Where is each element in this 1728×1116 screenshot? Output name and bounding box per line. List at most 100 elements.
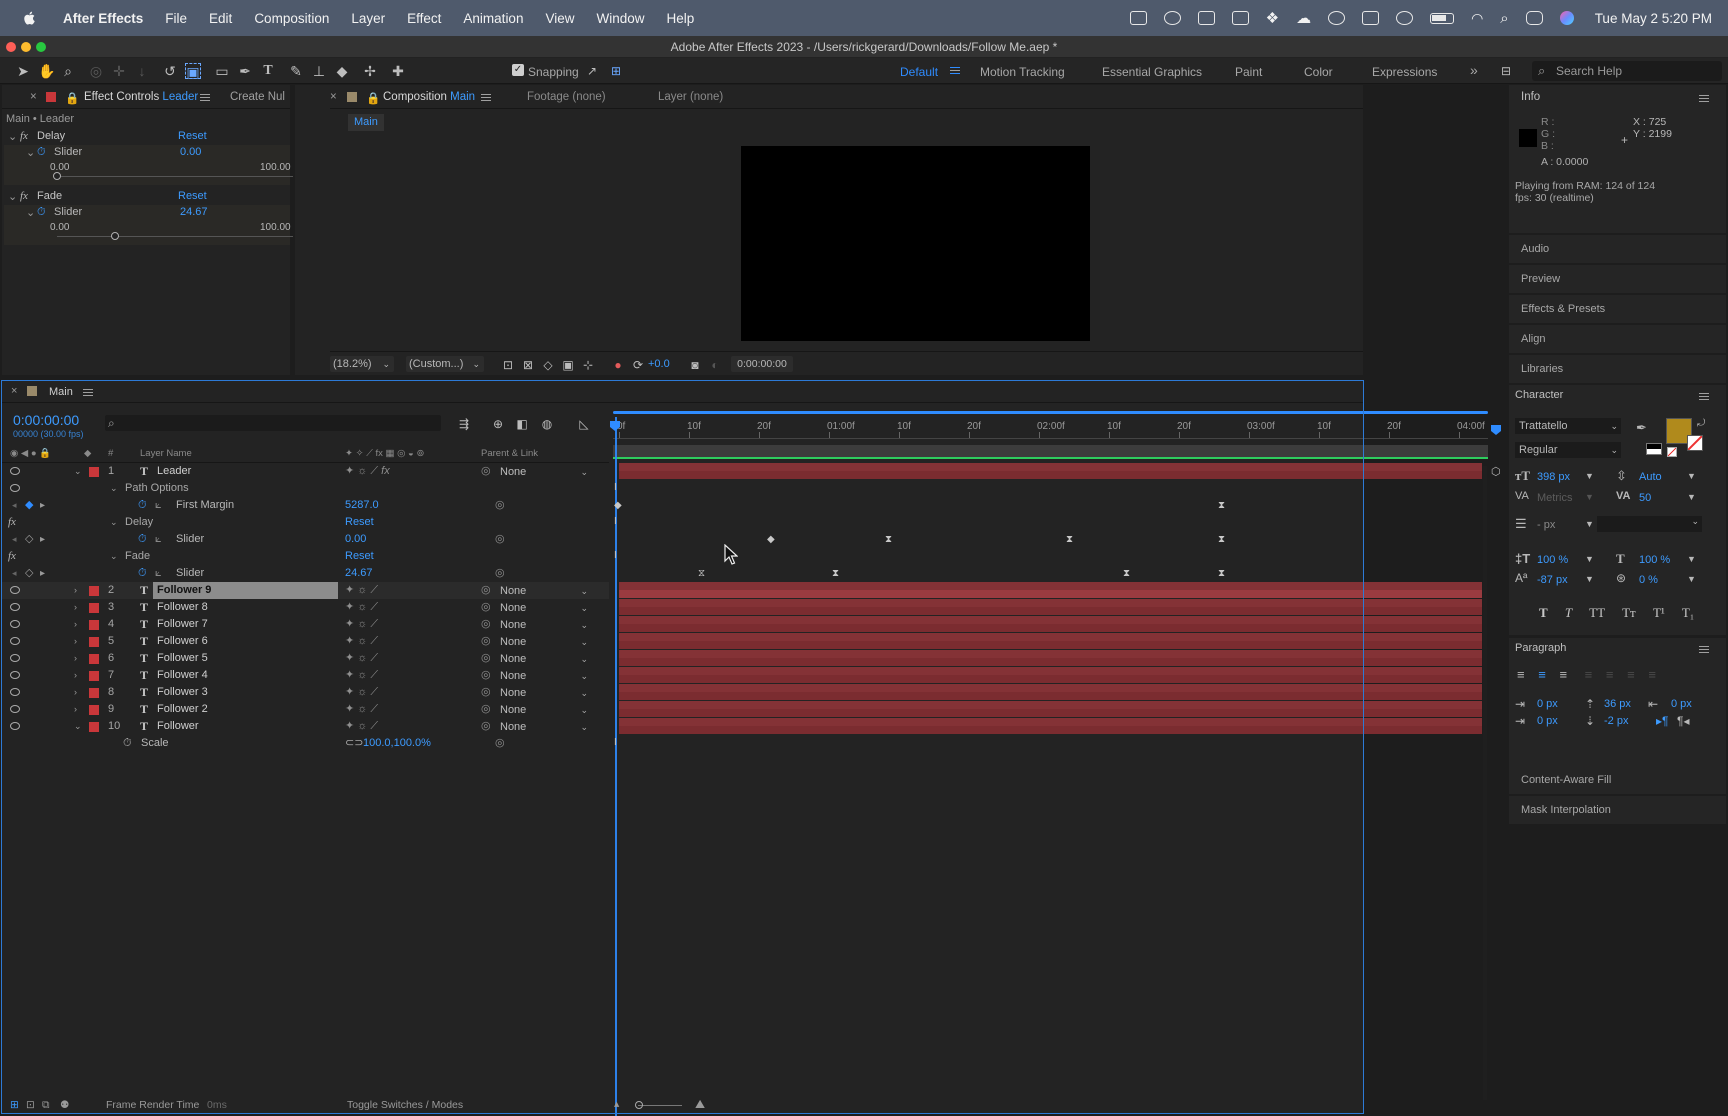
tab-main[interactable]: Main: [49, 386, 73, 398]
rotation-tool-icon[interactable]: ↺: [162, 63, 178, 79]
content-aware-fill-panel[interactable]: Content-Aware Fill: [1509, 766, 1726, 794]
in-out-toggle-icon[interactable]: ⧉: [42, 1099, 50, 1112]
shy-layers-icon[interactable]: ◧: [514, 416, 530, 432]
prev-keyframe-icon[interactable]: ◂: [12, 497, 17, 514]
panel-menu-icon[interactable]: [83, 389, 93, 396]
tab-footage[interactable]: Footage (none): [527, 91, 606, 103]
pick-whip-icon[interactable]: ◎: [495, 497, 505, 514]
chevron-right-icon[interactable]: ›: [74, 650, 77, 667]
layer-duration-bar-3[interactable]: [619, 599, 1482, 615]
status-icon-cloud[interactable]: ☁: [1296, 9, 1311, 27]
menu-animation[interactable]: Animation: [463, 11, 523, 26]
chevron-down-icon[interactable]: ⌄: [26, 146, 35, 159]
rtl-direction-button[interactable]: ¶◂: [1677, 714, 1689, 728]
align-panel[interactable]: Align: [1509, 325, 1726, 353]
chevron-down-icon[interactable]: ⌄: [74, 718, 82, 735]
justify-last-left-button[interactable]: ≡: [1585, 667, 1593, 682]
eye-icon[interactable]: [10, 586, 20, 594]
fx-icon[interactable]: fx: [8, 548, 16, 565]
parent-dropdown[interactable]: None ⌄: [500, 635, 588, 649]
workspace-expressions[interactable]: Expressions: [1372, 65, 1437, 79]
layer-duration-bar-5[interactable]: [619, 633, 1482, 649]
dropdown-caret-icon[interactable]: ▼: [1585, 492, 1594, 502]
vertical-scale-value[interactable]: 100 %: [1537, 554, 1568, 566]
pick-whip-icon[interactable]: ◎: [495, 735, 505, 752]
keyframe-marker[interactable]: I: [614, 551, 617, 561]
fx-icon[interactable]: fx: [20, 130, 28, 142]
chevron-down-icon[interactable]: ⌄: [26, 206, 35, 219]
preview-panel[interactable]: Preview: [1509, 265, 1726, 293]
exposure-value[interactable]: +0.0: [648, 358, 670, 370]
leading-value[interactable]: Auto: [1639, 471, 1662, 483]
dolly-tool-icon[interactable]: ↓: [134, 63, 150, 79]
stroke-width-value[interactable]: - px: [1537, 519, 1555, 531]
graph-icon[interactable]: ⟀: [155, 497, 162, 514]
zoom-tool-icon[interactable]: ⌕: [60, 63, 76, 79]
layer-duration-bar-7[interactable]: [619, 667, 1482, 683]
header-layer-name[interactable]: Layer Name: [140, 448, 192, 459]
search-help-field[interactable]: ⌕ Search Help: [1532, 61, 1722, 81]
keyframe-toggle-icon[interactable]: ◆: [25, 497, 33, 514]
label-color-swatch[interactable]: [89, 603, 99, 613]
dropdown-caret-icon[interactable]: ▼: [1585, 471, 1594, 481]
chevron-right-icon[interactable]: ›: [74, 633, 77, 650]
layer-duration-bar-1[interactable]: [619, 463, 1482, 479]
chevron-down-icon[interactable]: ⌄: [8, 190, 17, 203]
menu-edit[interactable]: Edit: [209, 11, 232, 26]
layer-switches[interactable]: ✦ ☼ ⟋: [345, 599, 378, 616]
layer-row-4[interactable]: › 4 T Follower 7 ✦ ☼ ⟋ ◎ None ⌄: [2, 616, 609, 633]
align-center-button[interactable]: ≡: [1538, 667, 1546, 682]
render-time-toggle-icon[interactable]: ⚉: [60, 1099, 69, 1111]
graph-editor-icon[interactable]: ◺: [576, 416, 592, 432]
kerning-value[interactable]: Metrics: [1537, 492, 1572, 504]
av-features-icon[interactable]: ◉ ◀ ● 🔒: [10, 448, 51, 459]
layer-name[interactable]: Follower 6: [157, 633, 208, 650]
hand-tool-icon[interactable]: ✋: [38, 63, 55, 79]
layer-name[interactable]: Follower 2: [157, 701, 208, 718]
show-snapshot-icon[interactable]: ◐: [707, 357, 723, 373]
workspace-color[interactable]: Color: [1304, 65, 1333, 79]
black-white-swatch[interactable]: [1646, 443, 1662, 455]
chevron-right-icon[interactable]: ›: [74, 616, 77, 633]
switches-header-icon[interactable]: ✦ ✧ ⟋ fx ▦ ◎ ◒ ⊚: [345, 448, 424, 459]
layer-switches[interactable]: ✦ ☼ ⟋ fx: [345, 463, 390, 480]
pick-whip-icon[interactable]: ◎: [481, 701, 491, 718]
transparency-grid-icon[interactable]: ⊠: [520, 357, 536, 373]
control-center-icon[interactable]: [1525, 11, 1543, 25]
label-color-swatch[interactable]: [89, 586, 99, 596]
path-options-row[interactable]: ⌄ Path Options: [2, 480, 609, 497]
eye-icon[interactable]: [10, 654, 20, 662]
stopwatch-icon[interactable]: ⏱: [138, 565, 147, 582]
clone-stamp-tool-icon[interactable]: ⊥: [311, 63, 327, 79]
parent-dropdown[interactable]: None ⌄: [500, 584, 588, 598]
parent-dropdown[interactable]: None ⌄: [500, 686, 588, 700]
tab-effect-controls[interactable]: Effect Controls Leader: [84, 91, 198, 103]
panel-menu-icon[interactable]: [200, 94, 210, 101]
keyframe-marker[interactable]: I: [614, 517, 617, 527]
pick-whip-icon[interactable]: ◎: [495, 565, 505, 582]
menu-window[interactable]: Window: [597, 11, 645, 26]
baseline-shift-value[interactable]: -87 px: [1537, 574, 1568, 586]
indent-left-value[interactable]: 0 px: [1537, 698, 1558, 710]
dropbox-icon[interactable]: ❖: [1266, 9, 1279, 27]
layer-row-5[interactable]: › 5 T Follower 6 ✦ ☼ ⟋ ◎ None ⌄: [2, 633, 609, 650]
layer-row-9[interactable]: › 9 T Follower 2 ✦ ☼ ⟋ ◎ None ⌄: [2, 701, 609, 718]
layer-switches[interactable]: ✦ ☼ ⟋: [345, 701, 378, 718]
menu-effect[interactable]: Effect: [407, 11, 441, 26]
frame-blending-icon[interactable]: ◍: [539, 416, 555, 432]
status-icon-drive[interactable]: [1231, 11, 1249, 25]
timeline-current-time[interactable]: 0:00:00:00: [13, 412, 79, 428]
status-icon-g[interactable]: [1328, 11, 1346, 25]
parent-dropdown[interactable]: None ⌄: [500, 669, 588, 683]
parent-dropdown[interactable]: None ⌄: [500, 703, 588, 717]
eyedropper-icon[interactable]: ✒: [1636, 420, 1647, 436]
more-workspaces-icon[interactable]: »: [1470, 62, 1478, 78]
layer-row-7[interactable]: › 7 T Follower 4 ✦ ☼ ⟋ ◎ None ⌄: [2, 667, 609, 684]
color-management-icon[interactable]: ⟳: [630, 357, 646, 373]
work-area-end-handle[interactable]: [1491, 425, 1501, 435]
panel-menu-icon[interactable]: [481, 94, 491, 101]
parent-dropdown[interactable]: None ⌄: [500, 465, 588, 479]
label-color-swatch[interactable]: [89, 705, 99, 715]
close-tab-icon[interactable]: ×: [330, 91, 337, 103]
fx-icon[interactable]: fx: [20, 190, 28, 202]
